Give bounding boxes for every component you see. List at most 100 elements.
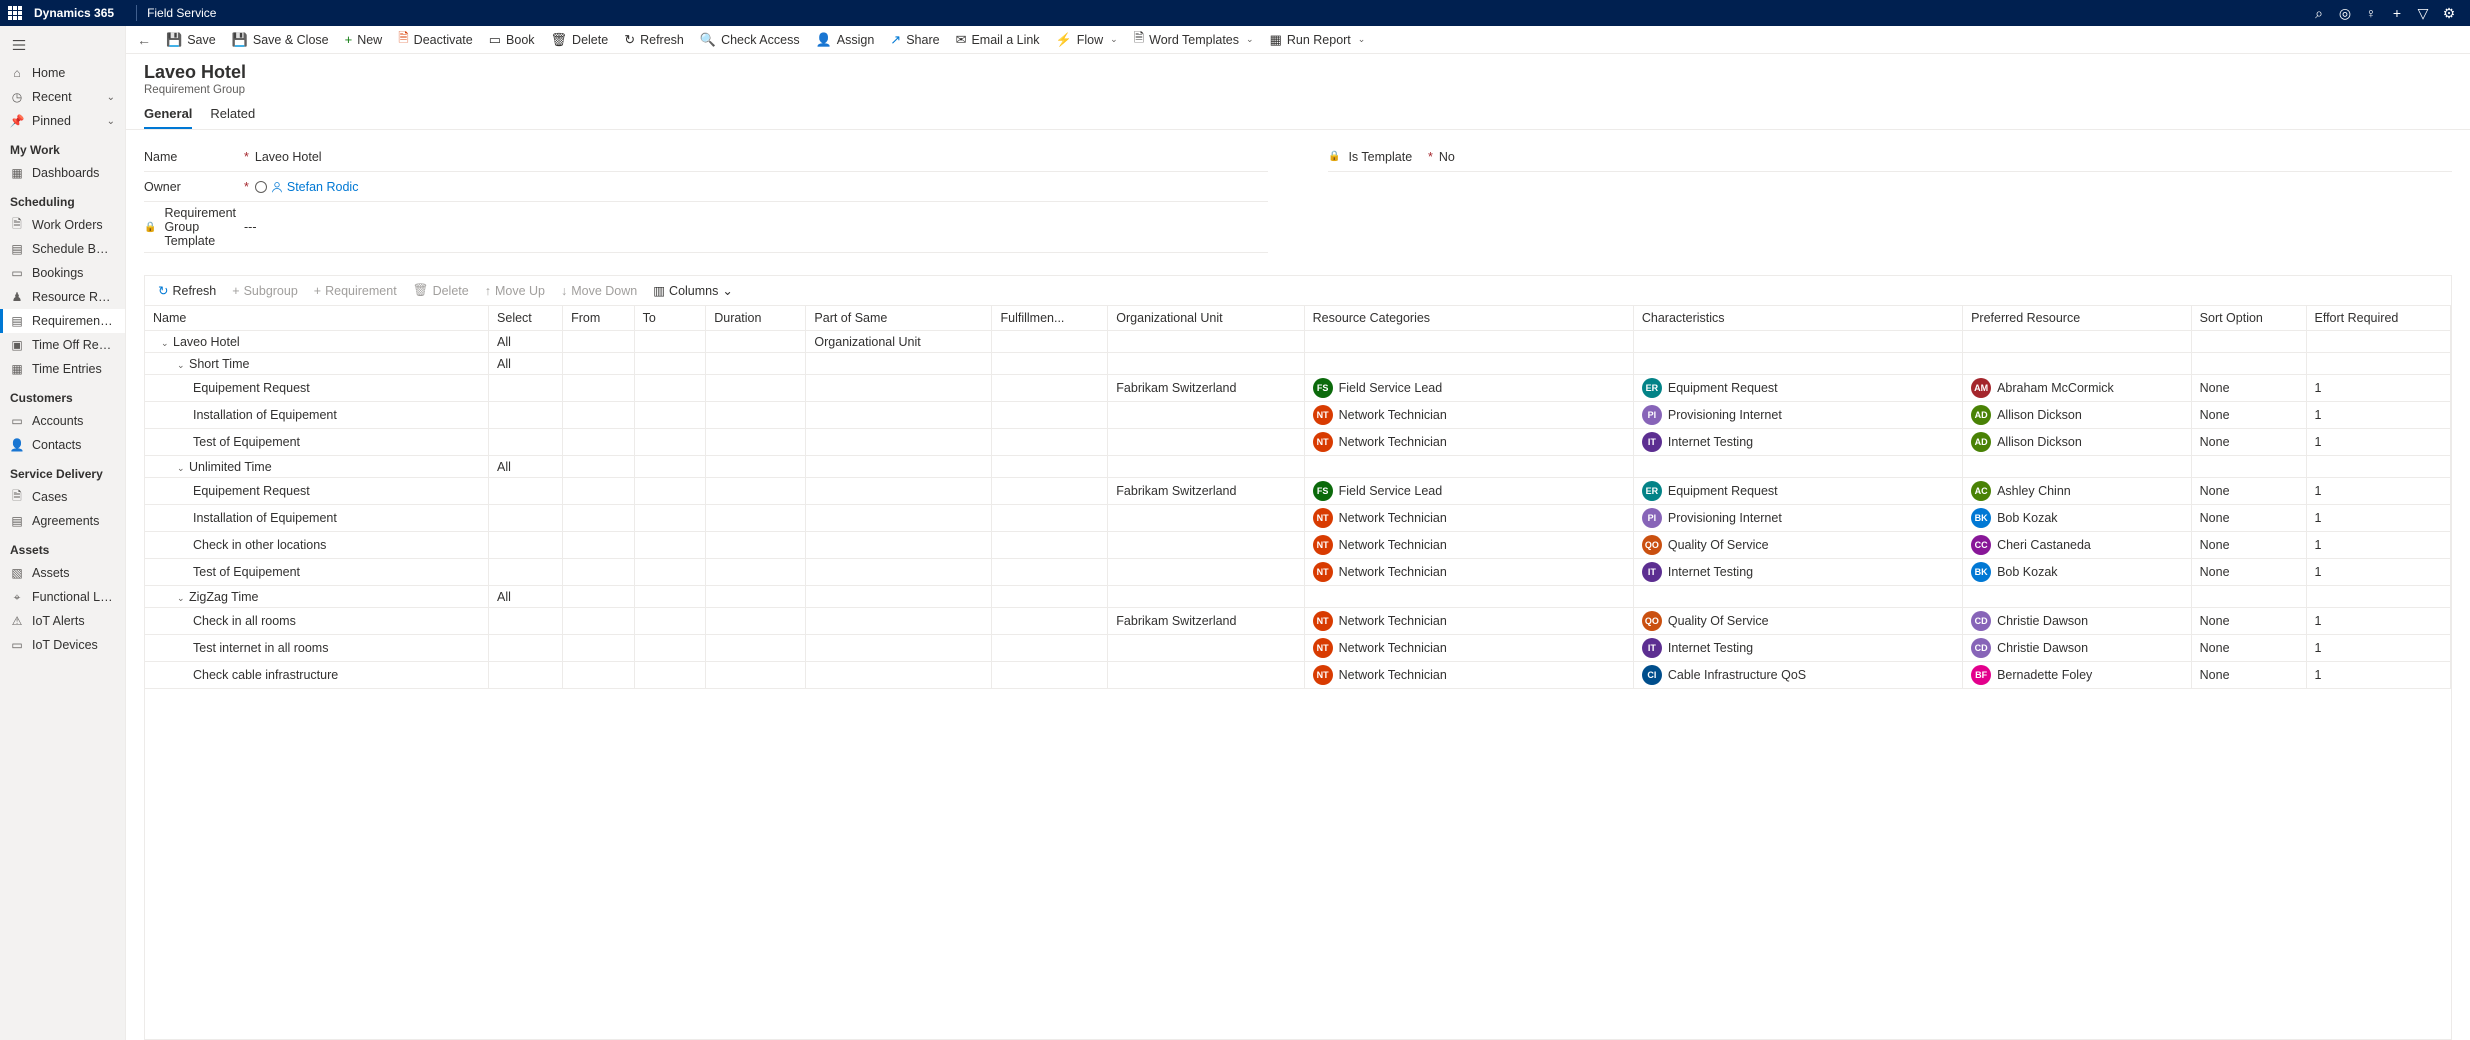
table-row[interactable]: Check in other locationsNTNetwork Techni… (145, 532, 2451, 559)
cmd-email-a-link[interactable]: ✉Email a Link (948, 26, 1048, 53)
chip[interactable]: ITInternet Testing (1642, 638, 1753, 658)
col-effort-required[interactable]: Effort Required (2306, 306, 2451, 331)
tree-toggle-icon[interactable]: ⌄ (177, 593, 187, 604)
chip[interactable]: FSField Service Lead (1313, 481, 1443, 501)
chip[interactable]: NTNetwork Technician (1313, 508, 1447, 528)
nav-schedule-board[interactable]: ▤Schedule Board (0, 237, 125, 261)
sidebar-toggle[interactable] (0, 32, 125, 61)
app-launcher-icon[interactable] (8, 6, 22, 20)
col-to[interactable]: To (634, 306, 706, 331)
chip[interactable]: ADAllison Dickson (1971, 405, 2082, 425)
table-row[interactable]: ⌄ZigZag TimeAll (145, 586, 2451, 608)
gridcmd-refresh[interactable]: ↻Refresh (151, 280, 223, 301)
nav-time-off-requests[interactable]: ▣Time Off Requests (0, 333, 125, 357)
col-select[interactable]: Select (489, 306, 563, 331)
col-preferred-resource[interactable]: Preferred Resource (1963, 306, 2192, 331)
tree-toggle-icon[interactable]: ⌄ (177, 463, 187, 474)
owner-link[interactable]: Stefan Rodic (255, 180, 1268, 194)
tree-toggle-icon[interactable]: ⌄ (177, 360, 187, 371)
filter-icon[interactable]: ▽ (2410, 5, 2436, 22)
lightbulb-icon[interactable]: ♀ (2358, 5, 2384, 21)
cmd-new[interactable]: +New (337, 26, 391, 53)
chip[interactable]: CCCheri Castaneda (1971, 535, 2091, 555)
tree-toggle-icon[interactable]: ⌄ (161, 338, 171, 349)
nav-dashboards[interactable]: ▦Dashboards (0, 161, 125, 185)
table-row[interactable]: ⌄Short TimeAll (145, 353, 2451, 375)
nav-cases[interactable]: 🗎Cases (0, 485, 125, 509)
settings-icon[interactable]: ⚙ (2436, 5, 2462, 22)
nav-agreements[interactable]: ▤Agreements (0, 509, 125, 533)
table-row[interactable]: Test of EquipementNTNetwork TechnicianIT… (145, 559, 2451, 586)
chip[interactable]: CDChristie Dawson (1971, 638, 2088, 658)
nav-recent[interactable]: ◷Recent⌄ (0, 85, 125, 109)
cmd-deactivate[interactable]: 🗎Deactivate (390, 26, 481, 53)
table-row[interactable]: ⌄Laveo HotelAllOrganizational Unit (145, 331, 2451, 353)
chip[interactable]: ADAllison Dickson (1971, 432, 2082, 452)
field-name[interactable]: Name * Laveo Hotel (144, 142, 1268, 172)
col-sort-option[interactable]: Sort Option (2191, 306, 2306, 331)
cmd-book[interactable]: ▭Book (481, 26, 543, 53)
table-row[interactable]: Equipement RequestFabrikam SwitzerlandFS… (145, 478, 2451, 505)
cmd-delete[interactable]: 🗑Delete (543, 26, 617, 53)
chip[interactable]: QOQuality Of Service (1642, 611, 1769, 631)
gridcmd-columns[interactable]: ▥Columns⌄ (646, 280, 740, 301)
chip[interactable]: BKBob Kozak (1971, 562, 2057, 582)
add-icon[interactable]: + (2384, 5, 2410, 21)
col-characteristics[interactable]: Characteristics (1633, 306, 1962, 331)
cmd-save-close[interactable]: 💾Save & Close (224, 26, 337, 53)
cmd-assign[interactable]: 👤Assign (808, 26, 883, 53)
chip[interactable]: BKBob Kozak (1971, 508, 2057, 528)
assistant-icon[interactable]: ◎ (2332, 5, 2358, 22)
table-row[interactable]: Test internet in all roomsNTNetwork Tech… (145, 635, 2451, 662)
tab-related[interactable]: Related (210, 106, 255, 129)
chip[interactable]: NTNetwork Technician (1313, 562, 1447, 582)
nav-bookings[interactable]: ▭Bookings (0, 261, 125, 285)
nav-requirement-groups[interactable]: ▤Requirement Groups (0, 309, 125, 333)
col-resource-categories[interactable]: Resource Categories (1304, 306, 1633, 331)
field-template[interactable]: 🔒Requirement Group Template --- (144, 202, 1268, 253)
nav-iot-alerts[interactable]: ⚠IoT Alerts (0, 609, 125, 633)
cmd-run-report[interactable]: ▦Run Report⌄ (1262, 26, 1374, 53)
nav-time-entries[interactable]: ▦Time Entries (0, 357, 125, 381)
cmd-check-access[interactable]: 🔍Check Access (692, 26, 808, 53)
table-row[interactable]: ⌄Unlimited TimeAll (145, 456, 2451, 478)
nav-assets[interactable]: ▧Assets (0, 561, 125, 585)
chip[interactable]: NTNetwork Technician (1313, 665, 1447, 685)
chip[interactable]: QOQuality Of Service (1642, 535, 1769, 555)
tab-general[interactable]: General (144, 106, 192, 129)
chip[interactable]: NTNetwork Technician (1313, 638, 1447, 658)
cmd-word-templates[interactable]: 🗎Word Templates⌄ (1126, 26, 1262, 53)
chip[interactable]: EREquipment Request (1642, 481, 1778, 501)
field-owner[interactable]: Owner * Stefan Rodic (144, 172, 1268, 202)
table-row[interactable]: Check in all roomsFabrikam SwitzerlandNT… (145, 608, 2451, 635)
table-row[interactable]: Test of EquipementNTNetwork TechnicianIT… (145, 429, 2451, 456)
nav-contacts[interactable]: 👤Contacts (0, 433, 125, 457)
chip[interactable]: NTNetwork Technician (1313, 611, 1447, 631)
nav-accounts[interactable]: ▭Accounts (0, 409, 125, 433)
chip[interactable]: NTNetwork Technician (1313, 405, 1447, 425)
table-row[interactable]: Installation of EquipementNTNetwork Tech… (145, 402, 2451, 429)
chip[interactable]: AMAbraham McCormick (1971, 378, 2114, 398)
chip[interactable]: ACAshley Chinn (1971, 481, 2071, 501)
nav-functional-locations[interactable]: ⌖Functional Locations (0, 585, 125, 609)
nav-home[interactable]: ⌂Home (0, 61, 125, 85)
nav-pinned[interactable]: 📌Pinned⌄ (0, 109, 125, 133)
table-row[interactable]: Equipement RequestFabrikam SwitzerlandFS… (145, 375, 2451, 402)
col-name[interactable]: Name (145, 306, 489, 331)
chip[interactable]: NTNetwork Technician (1313, 432, 1447, 452)
table-row[interactable]: Check cable infrastructureNTNetwork Tech… (145, 662, 2451, 689)
nav-work-orders[interactable]: 🗎Work Orders (0, 213, 125, 237)
col-fulfillmen-[interactable]: Fulfillmen... (992, 306, 1108, 331)
col-from[interactable]: From (563, 306, 635, 331)
chip[interactable]: EREquipment Request (1642, 378, 1778, 398)
col-organizational-unit[interactable]: Organizational Unit (1108, 306, 1304, 331)
chip[interactable]: PIProvisioning Internet (1642, 405, 1782, 425)
name-value[interactable]: Laveo Hotel (255, 150, 1268, 164)
chip[interactable]: CICable Infrastructure QoS (1642, 665, 1806, 685)
cmd-share[interactable]: ↗Share (882, 26, 947, 53)
field-istemplate[interactable]: 🔒Is Template * No (1328, 142, 2452, 172)
back-button[interactable]: ← (132, 32, 156, 48)
col-duration[interactable]: Duration (706, 306, 806, 331)
chip[interactable]: CDChristie Dawson (1971, 611, 2088, 631)
col-part-of-same[interactable]: Part of Same (806, 306, 992, 331)
